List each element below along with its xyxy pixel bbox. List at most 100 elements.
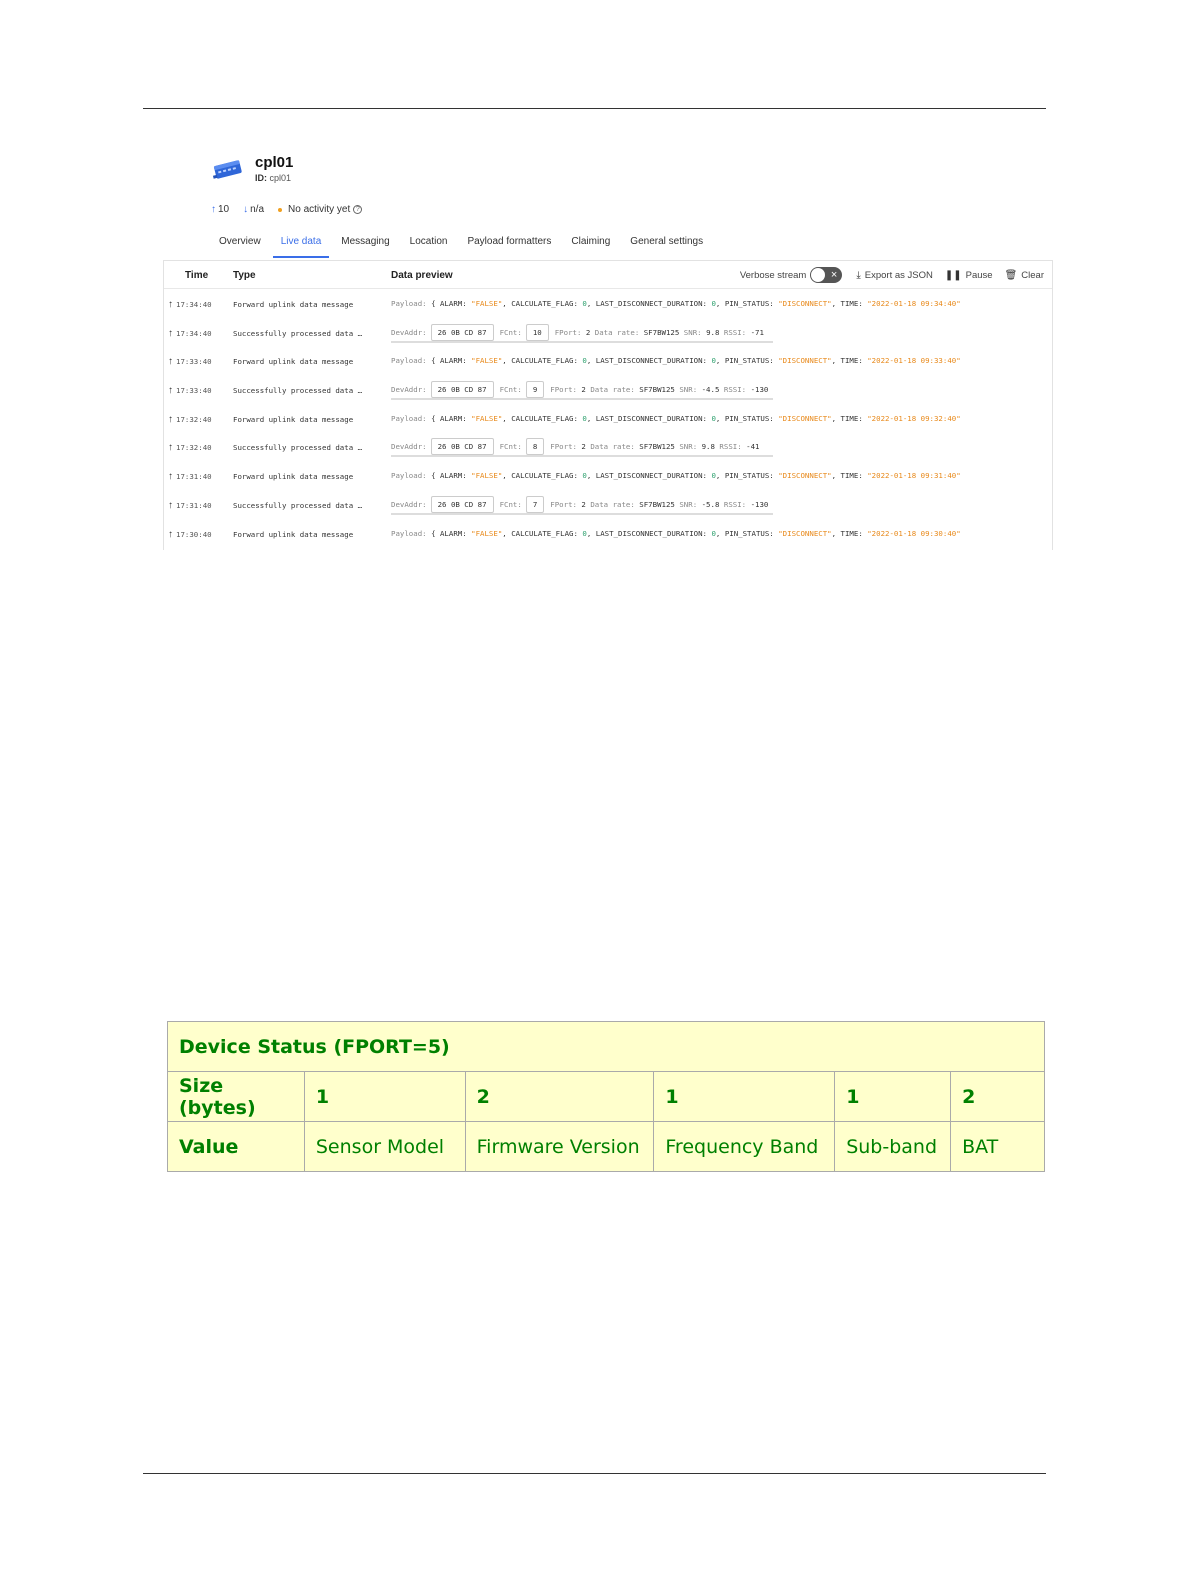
help-icon[interactable]: ? xyxy=(353,205,363,214)
column-type: Type xyxy=(233,270,256,281)
payload-key: LAST_DISCONNECT_DURATION: xyxy=(595,471,707,481)
payload-value: 0 xyxy=(582,413,587,423)
event-type: Successfully processed data … xyxy=(233,328,363,338)
snr-value: -5.8 xyxy=(701,499,720,509)
table-cell: Sensor Model xyxy=(303,1121,466,1172)
table-row[interactable]: ↑ 17:33:40 Successfully processed data … De… xyxy=(164,375,1052,404)
live-data-screenshot: cpl01 ID: cpl01 ↑ 10 ↓ n/a No activity y… xyxy=(163,140,1065,550)
uplink-arrow-icon: ↑ xyxy=(168,385,173,397)
table-row[interactable]: ↑ 17:31:40 Successfully processed data … De… xyxy=(164,490,1052,519)
clear-button[interactable]: 🗑 Clear xyxy=(1005,270,1044,281)
datarate-label: Data rate: xyxy=(590,442,635,452)
devaddr-value: 26 0B CD 87 xyxy=(430,495,494,513)
devaddr-value: 26 0B CD 87 xyxy=(430,381,494,399)
export-json-button[interactable]: ⤓ Export as JSON xyxy=(856,270,933,281)
event-time-value: 17:30:40 xyxy=(176,529,212,539)
payload-key: LAST_DISCONNECT_DURATION: xyxy=(595,413,707,423)
payload-value: "DISCONNECT" xyxy=(778,356,832,366)
snr-label: SNR: xyxy=(683,327,702,337)
event-time-value: 17:32:40 xyxy=(176,443,212,453)
fport-label: FPort: xyxy=(550,385,577,395)
event-time-value: 17:32:40 xyxy=(176,414,212,424)
uplink-arrow-icon: ↑ xyxy=(168,299,173,310)
rssi-label: RSSI: xyxy=(723,385,747,395)
value-label: Value xyxy=(167,1121,305,1172)
payload-key: TIME: xyxy=(840,471,863,481)
fcnt-value: 10 xyxy=(525,323,549,341)
event-type: Successfully processed data … xyxy=(233,500,363,510)
downlink-arrow-icon: ↓ xyxy=(243,204,249,215)
tab-overview[interactable]: Overview xyxy=(219,232,261,258)
table-row[interactable]: ↑ 17:32:40 Successfully processed data … De… xyxy=(164,432,1052,461)
payload-key: CALCULATE_FLAG: xyxy=(511,528,578,538)
datarate-label: Data rate: xyxy=(594,327,640,337)
datarate-value: SF7BW125 xyxy=(639,442,675,452)
fcnt-label: FCnt: xyxy=(499,442,522,452)
payload-key: PIN_STATUS: xyxy=(724,471,774,481)
event-type: Forward uplink data message xyxy=(233,300,354,309)
uplink-arrow-icon: ↑ xyxy=(168,499,173,511)
rssi-value: -130 xyxy=(750,499,769,509)
size-label: Size (bytes) xyxy=(167,1071,305,1122)
event-time: ↑ 17:31:40 xyxy=(168,471,212,482)
device-icon xyxy=(212,160,242,179)
tab-messaging[interactable]: Messaging xyxy=(341,232,389,258)
table-cell: 2 xyxy=(464,1071,655,1122)
tab-claiming[interactable]: Claiming xyxy=(571,232,610,258)
table-row[interactable]: ↑ 17:34:40 Successfully processed data … De… xyxy=(164,318,1052,347)
payload-label: Payload: xyxy=(391,356,427,366)
event-type: Successfully processed data … xyxy=(233,443,363,453)
column-time: Time xyxy=(185,270,209,281)
event-preview: Payload: { ALARM: "FALSE", CALCULATE_FLA… xyxy=(391,413,961,423)
payload-key: LAST_DISCONNECT_DURATION: xyxy=(595,299,707,308)
uplink-arrow-icon: ↑ xyxy=(168,528,173,540)
table-cell: Firmware Version xyxy=(464,1121,655,1172)
tab-payload-formatters[interactable]: Payload formatters xyxy=(467,232,551,258)
payload-value: 0 xyxy=(582,471,587,481)
payload-key: PIN_STATUS: xyxy=(724,413,774,423)
event-type: Successfully processed data … xyxy=(233,386,363,396)
payload-value: "DISCONNECT" xyxy=(778,528,832,538)
payload-value: "2022-01-18 09:32:40" xyxy=(867,413,961,423)
tab-location[interactable]: Location xyxy=(410,232,448,258)
verbose-stream-toggle[interactable]: × xyxy=(810,267,843,283)
event-time: ↑ 17:30:40 xyxy=(168,529,212,540)
payload-key: ALARM: xyxy=(439,471,467,481)
payload-key: TIME: xyxy=(840,299,863,308)
fport-label: FPort: xyxy=(554,327,582,337)
event-time: ↑ 17:32:40 xyxy=(168,414,212,425)
payload-label: Payload: xyxy=(391,299,427,308)
table-cell: Frequency Band xyxy=(653,1121,836,1172)
table-row[interactable]: ↑ 17:30:40 Forward uplink data message Payl… xyxy=(164,519,1052,548)
payload-value: "2022-01-18 09:34:40" xyxy=(867,299,961,308)
table-title-row: Device Status (FPORT=5) xyxy=(167,1021,1045,1072)
table-row[interactable]: ↑ 17:34:40 Forward uplink data message Payl… xyxy=(164,289,1052,318)
payload-value: "FALSE" xyxy=(471,413,503,423)
payload-value: 0 xyxy=(711,528,716,538)
datarate-value: SF7BW125 xyxy=(643,327,680,337)
table-row[interactable]: ↑ 17:32:40 Forward uplink data message Payl… xyxy=(164,404,1052,433)
pause-button[interactable]: ❚❚ Pause xyxy=(945,270,993,281)
event-preview: Payload: { ALARM: "FALSE", CALCULATE_FLA… xyxy=(391,356,961,366)
tab-general-settings[interactable]: General settings xyxy=(630,232,703,258)
snr-label: SNR: xyxy=(679,442,698,452)
table-row[interactable]: ↑ 17:33:40 Forward uplink data message Payl… xyxy=(164,346,1052,375)
payload-open: { xyxy=(431,471,436,481)
payload-value: "2022-01-18 09:33:40" xyxy=(867,356,961,366)
fcnt-label: FCnt: xyxy=(499,385,522,395)
snr-value: 9.8 xyxy=(706,327,720,337)
payload-value: "FALSE" xyxy=(471,299,503,308)
table-row[interactable]: ↑ 17:31:40 Forward uplink data message Payl… xyxy=(164,461,1052,490)
rssi-label: RSSI: xyxy=(723,327,747,337)
payload-key: TIME: xyxy=(840,413,863,423)
payload-open: { xyxy=(431,413,436,423)
datarate-label: Data rate: xyxy=(590,499,635,509)
table-cell: 2 xyxy=(950,1071,1045,1122)
snr-value: 9.8 xyxy=(701,442,715,452)
device-tabs: Overview Live data Messaging Location Pa… xyxy=(211,232,723,258)
rssi-label: RSSI: xyxy=(719,442,742,452)
row-separator xyxy=(391,455,773,458)
payload-value: 0 xyxy=(582,528,587,538)
tab-live-data[interactable]: Live data xyxy=(272,232,330,258)
payload-key: ALARM: xyxy=(439,413,467,423)
